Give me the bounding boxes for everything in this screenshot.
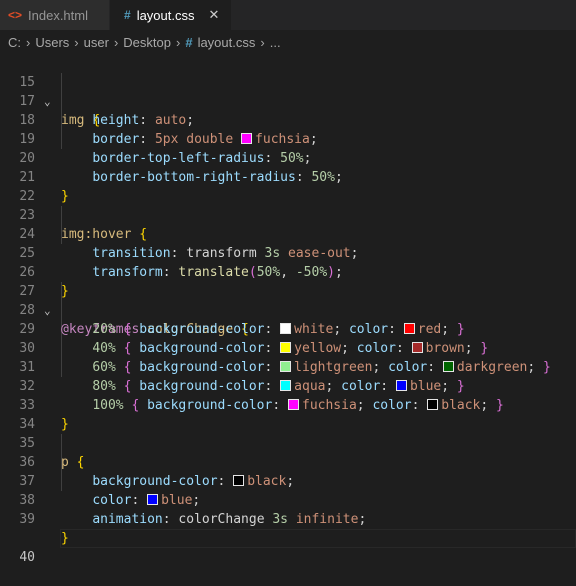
chevron-right-icon: › — [260, 34, 265, 50]
chevron-right-icon: › — [26, 34, 31, 50]
code-line: 32 100% { background-color: fuchsia; col… — [0, 358, 576, 413]
code-line: 18 border: 5px double fuchsia; — [0, 92, 576, 147]
current-line-highlight — [60, 529, 576, 548]
css-file-icon: # — [185, 34, 193, 50]
tab-label: layout.css — [136, 7, 195, 23]
code-line: 31 80% { background-color: aqua; color: … — [0, 339, 576, 394]
code-line: 28 20% { background-color: white; color:… — [0, 282, 576, 337]
breadcrumb-item[interactable]: user — [84, 35, 109, 50]
breadcrumb-item[interactable]: layout.css — [198, 35, 256, 50]
chevron-right-icon: › — [74, 34, 79, 50]
code-editor[interactable]: 15 ⌄ img { 17 height: auto; 18 border: 5… — [0, 54, 576, 565]
breadcrumb-item[interactable]: C: — [8, 35, 21, 50]
code-line: 37 color: blue; — [0, 453, 576, 508]
css-file-icon: # — [124, 8, 131, 22]
code-line: 15 ⌄ img { — [0, 54, 576, 128]
tab-label: Index.html — [28, 7, 88, 23]
code-line: 39 } — [0, 491, 576, 546]
breadcrumb-item[interactable]: Users — [35, 35, 69, 50]
chevron-right-icon: › — [175, 34, 181, 50]
code-line: 34 — [0, 396, 576, 432]
tab-layout-css[interactable]: # layout.css ✕ — [110, 0, 232, 30]
code-line: 17 height: auto; — [0, 73, 576, 128]
tab-index-html[interactable]: <> Index.html — [0, 0, 110, 30]
close-icon[interactable]: ✕ — [209, 7, 220, 23]
code-line: 33 } — [0, 377, 576, 432]
code-line: 23 img:hover { — [0, 187, 576, 242]
breadcrumb: C: › Users › user › Desktop › # layout.c… — [0, 30, 576, 54]
html-file-icon: <> — [8, 8, 23, 22]
code-line: 22 — [0, 168, 576, 204]
code-line: 26 } — [0, 244, 576, 299]
code-line: 29 40% { background-color: yellow; color… — [0, 301, 576, 356]
line-number: 40 — [19, 550, 35, 565]
code-line-current: 40 — [0, 510, 576, 565]
chevron-right-icon: › — [113, 34, 119, 50]
code-line: 30 60% { background-color: lightgreen; c… — [0, 320, 576, 375]
code-line: 36 background-color: black; — [0, 434, 576, 489]
code-line: 24 transition: transform 3s ease-out; — [0, 206, 576, 261]
code-line: 21 } — [0, 149, 576, 204]
breadcrumb-item[interactable]: Desktop — [123, 35, 171, 50]
code-line: 20 border-bottom-right-radius: 50%; — [0, 130, 576, 185]
code-line: 35 p { — [0, 415, 576, 470]
breadcrumb-item[interactable]: ... — [270, 35, 281, 50]
code-line: 38 animation: colorChange 3s infinite; — [0, 472, 576, 527]
code-line: 25 transform: translate(50%, -50%); — [0, 225, 576, 280]
tab-bar: <> Index.html # layout.css ✕ — [0, 0, 576, 30]
code-line: 19 border-top-left-radius: 50%; — [0, 111, 576, 166]
code-line: 27 ⌄ @keyframes colorChange { — [0, 263, 576, 337]
